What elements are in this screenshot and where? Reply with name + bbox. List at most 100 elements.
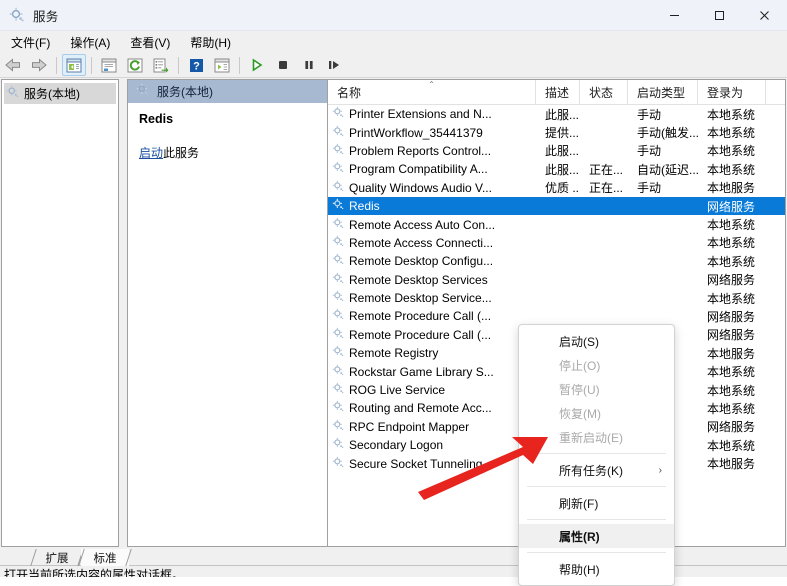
service-name-label: Remote Desktop Services <box>349 272 488 287</box>
column-header-name[interactable]: 名称 ⌃ <box>328 80 536 104</box>
tab-standard[interactable]: 标准 <box>78 549 132 566</box>
cell-startup: 手动 <box>637 107 662 122</box>
menu-file[interactable]: 文件(F) <box>2 32 59 53</box>
tab-extended-label: 扩展 <box>45 552 69 565</box>
show-hide-tree-icon[interactable] <box>62 54 86 76</box>
back-arrow-icon[interactable] <box>1 54 25 76</box>
column-header-startup[interactable]: 启动类型 <box>628 80 698 104</box>
tab-left-edge <box>78 549 91 566</box>
ctx-properties[interactable]: 属性(R) <box>519 524 674 548</box>
properties-window-icon[interactable] <box>97 54 121 76</box>
service-gear-icon <box>332 272 345 288</box>
cell-logon: 网络服务 <box>707 199 756 214</box>
cell-name: Remote Procedure Call (... <box>328 327 536 343</box>
svg-text:?: ? <box>193 60 200 72</box>
minimize-button[interactable] <box>652 0 697 31</box>
table-row[interactable]: PrintWorkflow_35441379 提供... 手动(触发... 本地系统 <box>328 123 785 141</box>
column-header-desc[interactable]: 描述 <box>536 80 580 104</box>
table-row[interactable]: Program Compatibility A... 此服... 正在... 自动(延… <box>328 160 785 178</box>
stop-service-icon[interactable] <box>271 54 295 76</box>
cell-name: Quality Windows Audio V... <box>328 180 536 196</box>
tab-standard-label: 标准 <box>93 552 117 565</box>
service-gear-icon <box>332 106 345 122</box>
ctx-restart: 重新启动(E) <box>519 425 674 449</box>
restart-service-icon[interactable] <box>323 54 347 76</box>
maximize-button[interactable] <box>697 0 742 31</box>
submenu-chevron-right-icon: › <box>658 464 662 476</box>
cell-name: Remote Procedure Call (... <box>328 308 536 324</box>
start-service-link-row: 启动此服务 <box>139 144 316 161</box>
column-header-startup-label: 启动类型 <box>637 85 686 100</box>
menu-help[interactable]: 帮助(H) <box>181 32 240 53</box>
ctx-all-tasks[interactable]: 所有任务(K) › <box>519 458 674 482</box>
cell-name: Rockstar Game Library S... <box>328 364 536 380</box>
cell-name: Secondary Logon <box>328 437 536 453</box>
help-icon[interactable]: ? <box>184 54 208 76</box>
cell-logon: 本地系统 <box>707 365 756 380</box>
service-name-label: Printer Extensions and N... <box>349 107 492 122</box>
service-name-label: Remote Procedure Call (... <box>349 309 492 324</box>
cell-logon: 网络服务 <box>707 309 756 324</box>
services-window: 服务 文件(F) 操作(A) 查看(V) 帮助(H) ? 服务(本地) 服务(本… <box>0 0 787 586</box>
services-gear-icon <box>6 85 20 102</box>
table-row[interactable]: Remote Access Connecti... 本地系统 <box>328 234 785 252</box>
toolbar-separator-3 <box>178 56 179 74</box>
cell-startup: 手动 <box>637 181 662 196</box>
ctx-pause: 暂停(U) <box>519 377 674 401</box>
detail-pane-title: 服务(本地) <box>157 85 213 99</box>
pause-service-icon[interactable] <box>297 54 321 76</box>
cell-logon: 本地系统 <box>707 254 756 269</box>
refresh-icon[interactable] <box>123 54 147 76</box>
show-action-pane-icon[interactable] <box>210 54 234 76</box>
table-row[interactable]: Remote Desktop Configu... 本地系统 <box>328 252 785 270</box>
column-header-name-label: 名称 <box>337 85 362 100</box>
ctx-refresh[interactable]: 刷新(F) <box>519 491 674 515</box>
table-row[interactable]: Remote Access Auto Con... 本地系统 <box>328 215 785 233</box>
cell-name: Printer Extensions and N... <box>328 106 536 122</box>
window-title: 服务 <box>33 9 59 24</box>
column-header-logon-label: 登录为 <box>707 85 744 100</box>
toolbar: ? <box>0 53 787 78</box>
cell-logon: 本地服务 <box>707 181 756 196</box>
cell-name: Redis <box>328 198 536 214</box>
column-header-status[interactable]: 状态 <box>580 80 628 104</box>
ctx-start[interactable]: 启动(S) <box>519 329 674 353</box>
menu-bar: 文件(F) 操作(A) 查看(V) 帮助(H) <box>0 31 787 53</box>
service-gear-icon <box>332 125 345 141</box>
menu-view[interactable]: 查看(V) <box>121 32 179 53</box>
table-row[interactable]: Remote Desktop Service... 本地系统 <box>328 289 785 307</box>
service-name-label: Remote Access Auto Con... <box>349 217 496 232</box>
cell-name: Remote Desktop Configu... <box>328 253 536 269</box>
service-gear-icon <box>332 419 345 435</box>
column-header-logon[interactable]: 登录为 <box>698 80 766 104</box>
cell-logon: 本地系统 <box>707 126 756 141</box>
table-row[interactable]: Remote Procedure Call (... 网络服务 <box>328 307 785 325</box>
table-row[interactable]: Redis 网络服务 <box>328 196 785 216</box>
table-row[interactable]: Quality Windows Audio V... 优质 ... 正在... 手动 本… <box>328 179 785 197</box>
start-service-link[interactable]: 启动 <box>139 146 163 160</box>
table-row[interactable]: Remote Desktop Services 网络服务 <box>328 271 785 289</box>
sort-ascending-caret-icon: ⌃ <box>428 80 435 89</box>
forward-arrow-icon[interactable] <box>27 54 51 76</box>
ctx-restart-label: 重新启动(E) <box>559 430 623 445</box>
cell-name: Remote Registry <box>328 345 536 361</box>
cell-logon: 本地系统 <box>707 107 756 122</box>
ctx-stop: 停止(O) <box>519 353 674 377</box>
tab-extended[interactable]: 扩展 <box>30 549 84 566</box>
start-service-icon[interactable] <box>245 54 269 76</box>
service-gear-icon <box>332 456 345 472</box>
toolbar-separator-4 <box>239 56 240 74</box>
column-header-spacer <box>766 80 785 104</box>
close-button[interactable] <box>742 0 787 31</box>
export-list-icon[interactable] <box>149 54 173 76</box>
cell-name: Remote Desktop Service... <box>328 290 536 306</box>
service-name-label: Program Compatibility A... <box>349 162 488 177</box>
tree-item-services-local[interactable]: 服务(本地) <box>4 83 116 104</box>
table-row[interactable]: Printer Extensions and N... 此服... 手动 本地系统 <box>328 105 785 123</box>
service-gear-icon <box>332 382 345 398</box>
menu-action[interactable]: 操作(A) <box>61 32 119 53</box>
service-gear-icon <box>332 290 345 306</box>
service-name-label: Remote Access Connecti... <box>349 235 494 250</box>
table-row[interactable]: Problem Reports Control... 此服... 手动 本地系统 <box>328 142 785 160</box>
ctx-help[interactable]: 帮助(H) <box>519 557 674 581</box>
